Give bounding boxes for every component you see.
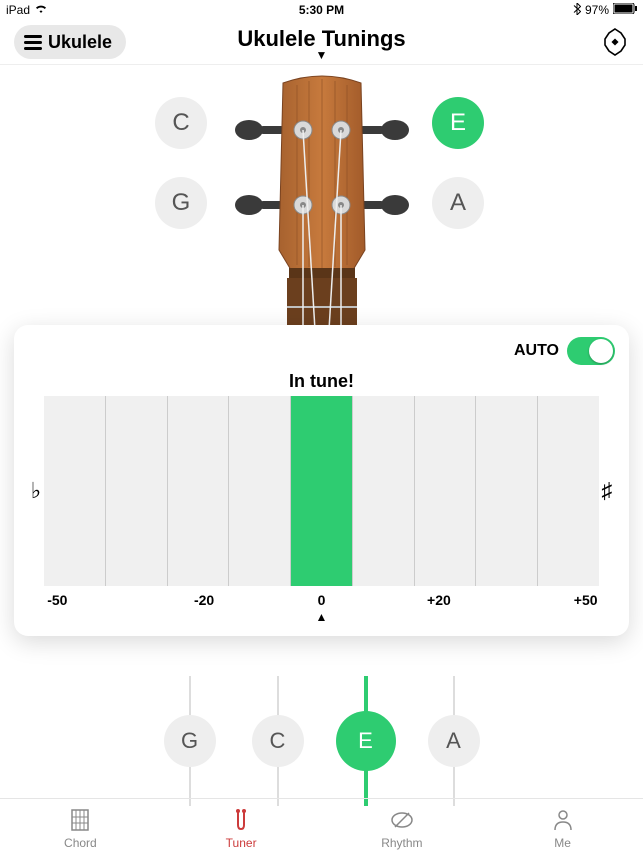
- string-label: A: [428, 715, 480, 767]
- tune-status: In tune!: [28, 371, 615, 392]
- battery-icon: [613, 3, 637, 17]
- device-label: iPad: [6, 3, 30, 17]
- ukulele-headstock: [227, 75, 417, 330]
- person-icon: [550, 807, 576, 833]
- chord-icon: [67, 807, 93, 833]
- indicator-triangle: ▲: [316, 610, 328, 624]
- tab-label: Me: [554, 836, 571, 850]
- auto-label: AUTO: [514, 342, 559, 360]
- note-button-c[interactable]: C: [155, 97, 207, 149]
- settings-icon: [601, 28, 629, 56]
- settings-button[interactable]: [601, 28, 629, 61]
- tab-me[interactable]: Me: [482, 799, 643, 858]
- status-bar: iPad 5:30 PM 97%: [0, 0, 643, 20]
- rhythm-icon: [389, 807, 415, 833]
- flat-icon: ♭: [28, 396, 44, 586]
- battery-label: 97%: [585, 3, 609, 17]
- string-label: C: [252, 715, 304, 767]
- string-label: E: [336, 711, 396, 771]
- clock: 5:30 PM: [299, 3, 344, 17]
- tab-rhythm[interactable]: Rhythm: [322, 799, 483, 858]
- tab-label: Rhythm: [381, 836, 422, 850]
- scale-center: 0: [318, 592, 326, 608]
- scale-tick: -50: [47, 592, 67, 608]
- menu-icon: [24, 35, 42, 50]
- note-button-g[interactable]: G: [155, 177, 207, 229]
- string-selector: G C E A: [0, 676, 643, 806]
- instrument-selector[interactable]: Ukulele: [14, 25, 126, 59]
- scale-tick: +50: [574, 592, 598, 608]
- wifi-icon: [34, 3, 48, 17]
- tab-chord[interactable]: Chord: [0, 799, 161, 858]
- string-label: G: [164, 715, 216, 767]
- tab-label: Tuner: [226, 836, 257, 850]
- chevron-down-icon: ▼: [237, 52, 405, 58]
- tuner-meter: ♭ ♯: [28, 396, 615, 586]
- scale-tick: -20: [194, 592, 214, 608]
- string-button-g[interactable]: G: [160, 676, 220, 806]
- header: Ukulele Ukulele Tunings ▼: [0, 20, 643, 64]
- tab-bar: Chord Tuner Rhythm Me: [0, 798, 643, 858]
- note-button-a[interactable]: A: [432, 177, 484, 229]
- bluetooth-icon: [573, 3, 581, 18]
- title-dropdown[interactable]: Ukulele Tunings ▼: [237, 26, 405, 58]
- tab-tuner[interactable]: Tuner: [161, 799, 322, 858]
- string-button-c[interactable]: C: [248, 676, 308, 806]
- tuner-icon: [228, 807, 254, 833]
- tab-label: Chord: [64, 836, 97, 850]
- instrument-label: Ukulele: [48, 32, 112, 53]
- scale-tick: +20: [427, 592, 451, 608]
- meter-scale: -50 -20 0 +20 +50 ▲: [28, 592, 615, 614]
- string-button-a[interactable]: A: [424, 676, 484, 806]
- note-button-e[interactable]: E: [432, 97, 484, 149]
- auto-toggle[interactable]: [567, 337, 615, 365]
- headstock-area: C G E A: [0, 65, 643, 325]
- sharp-icon: ♯: [599, 396, 615, 586]
- tuner-card: AUTO In tune! ♭ ♯ -50 -20 0 +20 +50 ▲: [14, 325, 629, 636]
- string-button-e[interactable]: E: [336, 676, 396, 806]
